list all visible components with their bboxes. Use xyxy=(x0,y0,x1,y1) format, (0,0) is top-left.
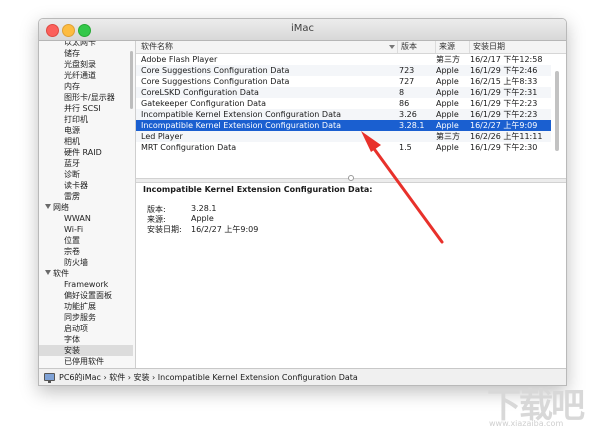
arrow-head-icon xyxy=(361,131,381,152)
watermark-url: www.xiazaiba.com xyxy=(489,419,564,428)
annotation-arrow xyxy=(361,131,444,244)
watermark: 下载吧 www.xiazaiba.com xyxy=(487,378,595,434)
arrow-shaft xyxy=(370,144,444,244)
